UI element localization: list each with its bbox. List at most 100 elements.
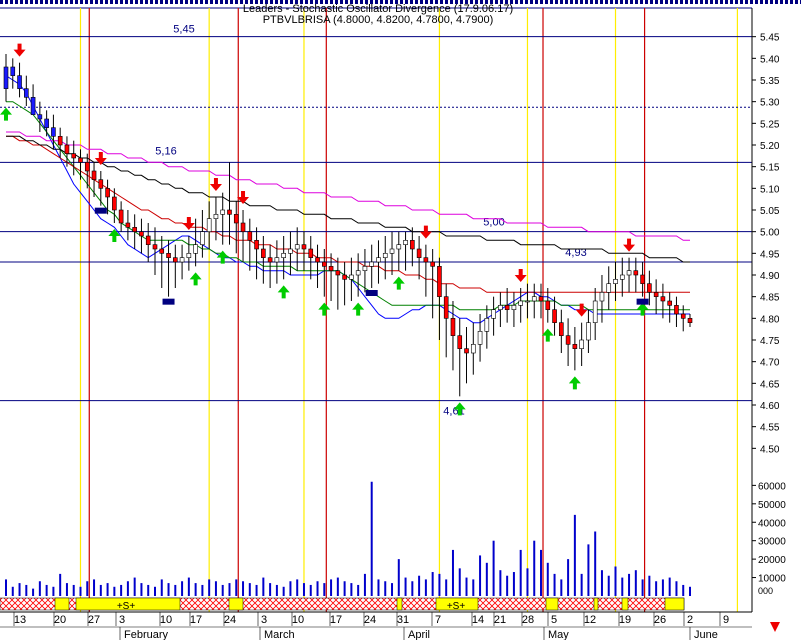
date-tick-label: 9: [723, 614, 729, 626]
price-tick-label: 4.70: [760, 358, 780, 369]
candle-body: [687, 318, 693, 323]
volume-tick-label: 10000: [758, 574, 786, 585]
volume-tick-label: 30000: [758, 537, 786, 548]
candle-body: [200, 231, 205, 245]
candle-body: [464, 348, 469, 354]
candle-body: [193, 244, 198, 254]
month-label: April: [408, 629, 430, 640]
candle-body: [450, 318, 456, 336]
candle-body: [559, 322, 564, 336]
candle-body: [51, 127, 56, 137]
date-tick-label: 31: [397, 614, 409, 626]
candle-body: [410, 240, 415, 250]
signal-band-label: +S+: [447, 601, 466, 612]
band-yellow-segment: [228, 597, 244, 611]
candle-body: [125, 222, 131, 228]
price-tick-label: 5.30: [760, 98, 780, 109]
candle-body: [57, 136, 63, 146]
date-tick-label: 17: [190, 614, 202, 626]
candle-body: [233, 214, 239, 224]
band-yellow-segment: [664, 597, 685, 611]
candle-body: [633, 270, 639, 276]
date-tick-label: 19: [619, 614, 631, 626]
price-tick-label: 5.45: [760, 33, 780, 44]
date-tick-label: 26: [654, 614, 666, 626]
candle-body: [376, 257, 381, 263]
candle-body: [491, 309, 496, 319]
candle-body: [91, 170, 97, 180]
band-yellow-segment: [54, 597, 70, 611]
candle-body: [443, 296, 449, 319]
candle-body: [173, 257, 178, 263]
date-tick-label: 20: [54, 614, 66, 626]
candle-body: [71, 153, 77, 159]
volume-tick-label: 60000: [758, 481, 786, 492]
level-label: 5,45: [173, 24, 194, 36]
candle-body: [17, 75, 22, 89]
candle-body: [531, 296, 537, 302]
price-tick-label: 5.10: [760, 184, 780, 195]
candle-body: [545, 300, 551, 310]
buy-marker: [94, 207, 107, 214]
candle-body: [396, 244, 402, 250]
volume-tick-label: 50000: [758, 500, 786, 511]
candle-body: [552, 309, 557, 323]
month-label: February: [124, 629, 169, 640]
candle-body: [335, 270, 341, 276]
candle-body: [511, 305, 517, 310]
candle-body: [349, 274, 354, 280]
candle-body: [247, 231, 253, 241]
candle-body: [565, 335, 571, 345]
candle-body: [518, 300, 523, 306]
date-tick-label: 24: [364, 614, 376, 626]
candle-body: [301, 244, 307, 250]
candle-body: [227, 209, 232, 215]
candle-body: [315, 257, 320, 263]
candle-body: [78, 157, 83, 163]
price-tick-label: 4.65: [760, 379, 780, 390]
price-tick-label: 5.05: [760, 206, 780, 217]
date-tick-label: 14: [472, 614, 484, 626]
candle-body: [3, 66, 9, 89]
candle-body: [294, 244, 300, 250]
date-tick-label: 21: [494, 614, 506, 626]
price-tick-label: 5.40: [760, 54, 780, 65]
date-tick-label: 5: [551, 614, 557, 626]
price-tick-label: 4.95: [760, 249, 780, 260]
candle-body: [572, 344, 578, 349]
candle-body: [112, 196, 117, 211]
candle-body: [139, 231, 144, 237]
chart-subtitle: PTBVLBRISA (4.8000, 4.8200, 4.7800, 4.79…: [263, 14, 494, 26]
candle-body: [362, 266, 368, 271]
candle-body: [599, 292, 605, 302]
candle-body: [626, 270, 632, 276]
candle-body: [254, 240, 259, 250]
candle-body: [592, 300, 598, 323]
candle-body: [667, 300, 672, 306]
price-tick-label: 4.75: [760, 336, 780, 347]
candle-body: [328, 266, 334, 271]
band-yellow-segment: [593, 597, 599, 611]
candle-body: [98, 179, 104, 189]
candle-body: [403, 240, 408, 245]
candle-body: [281, 253, 286, 258]
candle-body: [674, 305, 679, 315]
candle-body: [606, 283, 612, 293]
end-marker-label: 000: [758, 586, 773, 596]
candle-body: [145, 235, 151, 245]
candle-body: [586, 322, 591, 341]
date-tick-label: 13: [14, 614, 26, 626]
candle-body: [240, 222, 246, 232]
candle-body: [10, 66, 16, 76]
candle-body: [24, 88, 29, 98]
candle-body: [647, 283, 652, 293]
price-tick-label: 5.15: [760, 163, 780, 174]
price-tick-label: 5.20: [760, 141, 780, 152]
candle-body: [437, 266, 442, 297]
candle-body: [640, 274, 645, 284]
candle-body: [680, 313, 686, 319]
candle-body: [484, 318, 490, 332]
candle-body: [118, 209, 124, 224]
candle-body: [423, 257, 429, 263]
candle-body: [44, 118, 49, 128]
